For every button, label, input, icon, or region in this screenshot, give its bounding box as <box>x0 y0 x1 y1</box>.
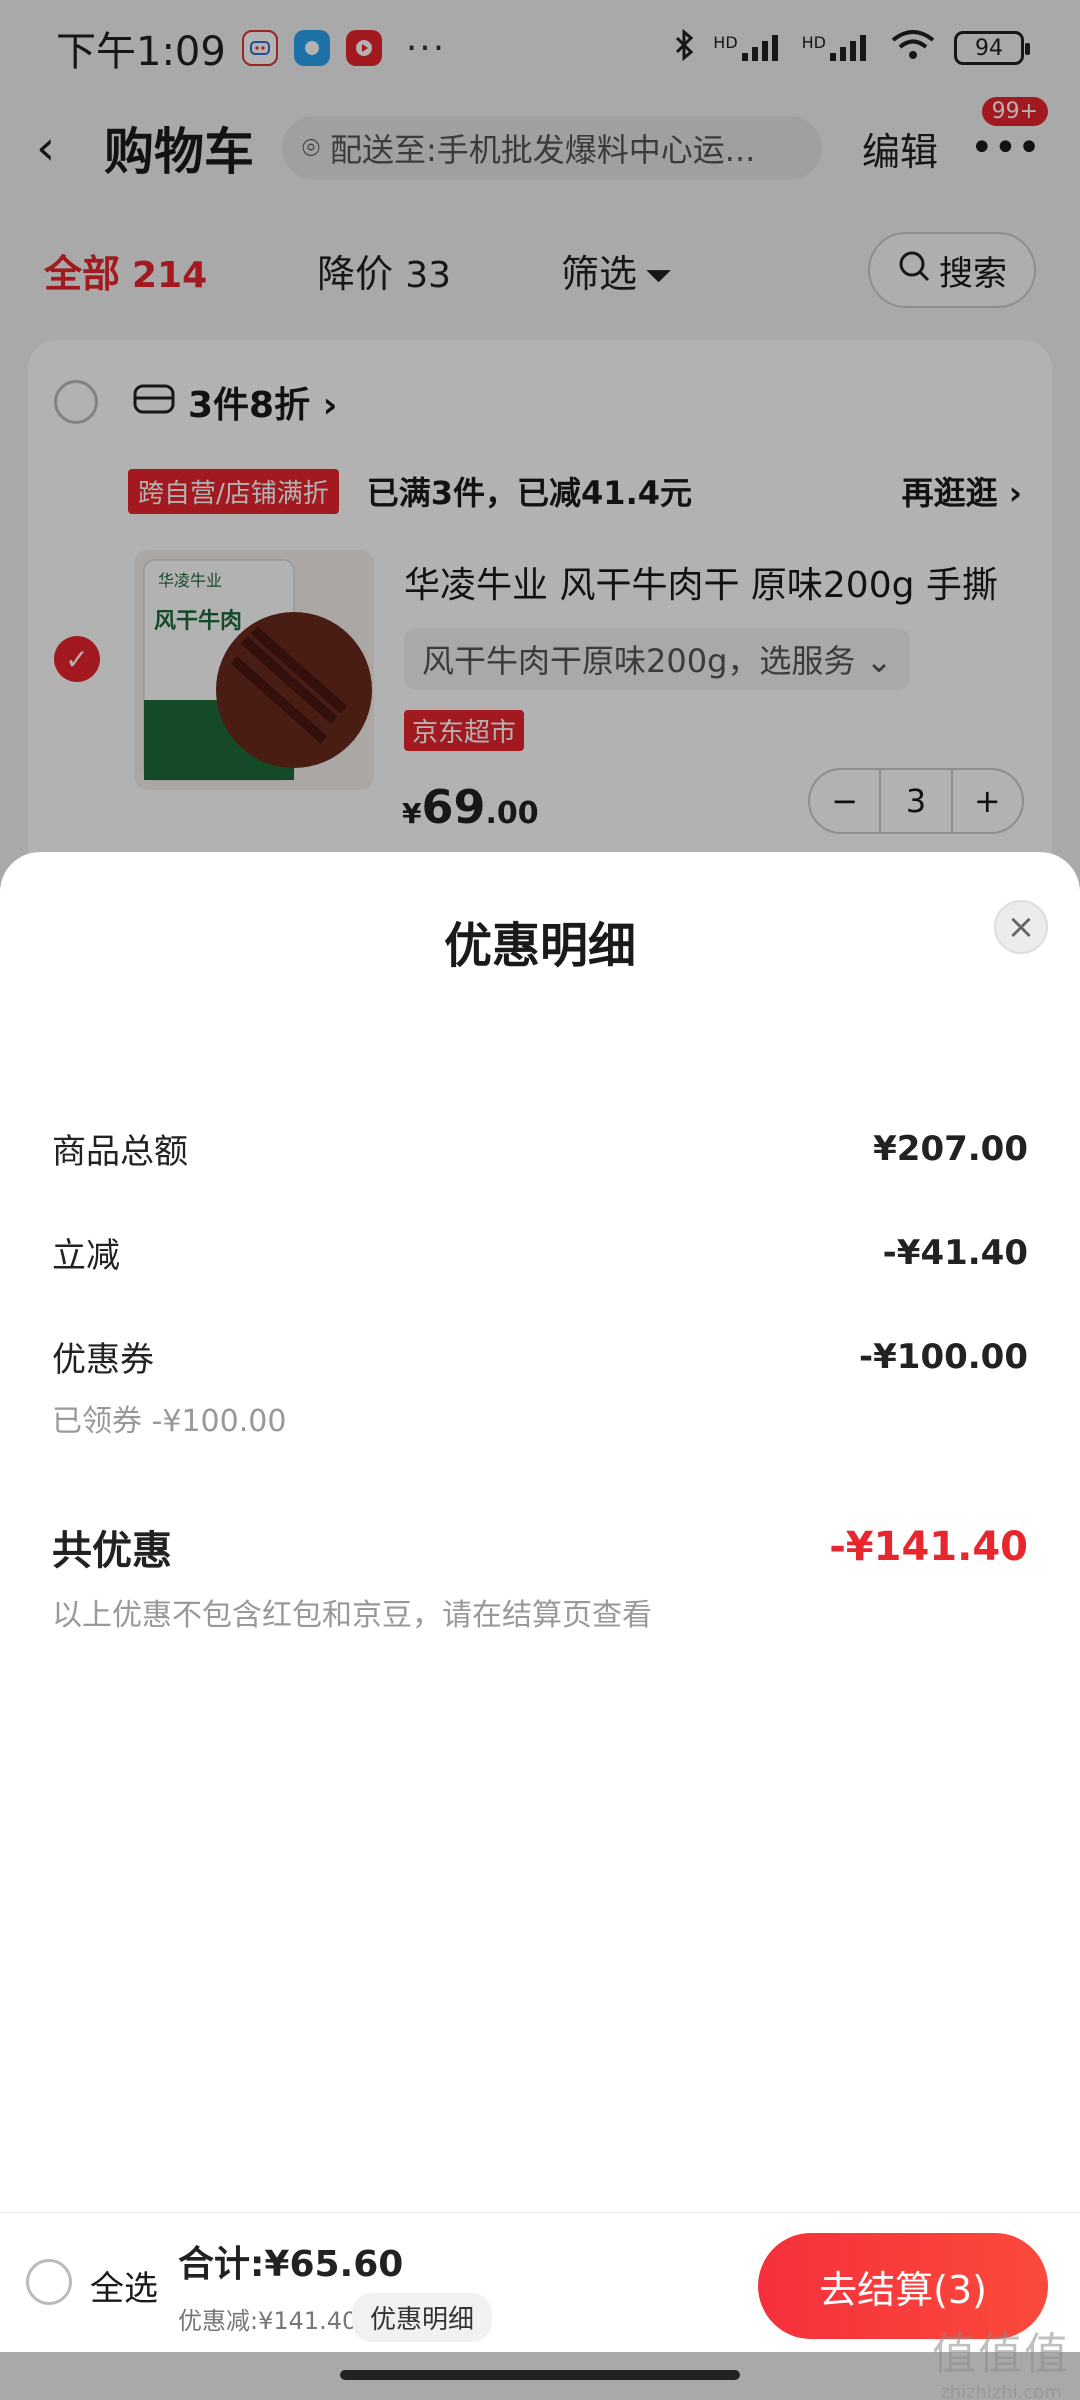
subtotal-label: 商品总额 <box>52 1132 188 1172</box>
instant-discount-value: -¥41.40 <box>882 1232 1028 1273</box>
discount-disclaimer: 以上优惠不包含红包和京豆，请在结算页查看 <box>52 1598 652 1633</box>
site-watermark: 值值值 zhizhizhi.com <box>932 2318 1070 2400</box>
coupon-row: 优惠券 -¥100.00 <box>52 1332 1028 1381</box>
total-discount-value: -¥141.40 <box>829 1524 1028 1570</box>
select-all-checkbox[interactable] <box>26 2259 72 2305</box>
watermark-logo-text: 值值值 <box>932 2329 1070 2380</box>
select-all-label[interactable]: 全选 <box>90 2261 158 2310</box>
coupon-claimed-note: 已领券 -¥100.00 <box>52 1404 287 1439</box>
sheet-title: 优惠明细 <box>443 918 636 974</box>
home-indicator[interactable] <box>340 2370 740 2380</box>
coupon-value: -¥100.00 <box>859 1336 1028 1377</box>
total-discount-label: 共优惠 <box>52 1528 172 1574</box>
watermark-url: zhizhizhi.com <box>940 2382 1062 2400</box>
coupon-label: 优惠券 <box>52 1340 154 1380</box>
total-discount-row: 共优惠 -¥141.40 <box>52 1518 1028 1576</box>
close-icon: × <box>1006 907 1036 947</box>
close-button[interactable]: × <box>994 900 1048 954</box>
discount-detail-button[interactable]: 优惠明细 <box>352 2293 493 2342</box>
discount-detail-sheet: 优惠明细 × 商品总额 ¥207.00 立减 -¥41.40 优惠券 -¥100… <box>0 852 1080 2212</box>
subtotal-row: 商品总额 ¥207.00 <box>52 1124 1028 1173</box>
subtotal-value: ¥207.00 <box>873 1128 1028 1169</box>
instant-discount-row: 立减 -¥41.40 <box>52 1228 1028 1277</box>
order-discount: 优惠减:¥141.40 <box>178 2307 358 2335</box>
instant-discount-label: 立减 <box>52 1236 120 1276</box>
checkout-bar: 全选 合计:¥65.60 优惠减:¥141.40 优惠明细 去结算(3) <box>0 2212 1080 2352</box>
order-total: 合计:¥65.60 <box>178 2244 404 2285</box>
